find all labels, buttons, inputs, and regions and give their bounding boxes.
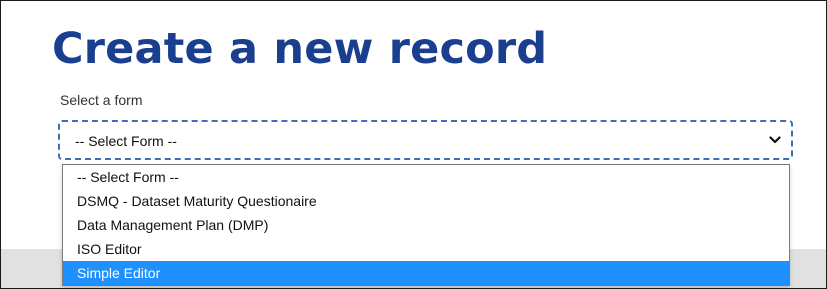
form-select[interactable]: -- Select Form -- — [58, 120, 793, 160]
dropdown-option-simple-editor[interactable]: Simple Editor — [63, 261, 789, 285]
dropdown-option-select-form[interactable]: -- Select Form -- — [63, 165, 789, 189]
form-select-dropdown: -- Select Form -- DSMQ - Dataset Maturit… — [62, 164, 790, 286]
chevron-down-icon — [769, 136, 781, 144]
select-form-label: Select a form — [60, 92, 143, 108]
screenshot-frame: Create a new record Select a form -- Sel… — [0, 0, 827, 289]
form-select-value: -- Select Form -- — [75, 133, 177, 149]
dropdown-option-dsmq[interactable]: DSMQ - Dataset Maturity Questionaire — [63, 189, 789, 213]
dropdown-option-iso-editor[interactable]: ISO Editor — [63, 237, 789, 261]
dropdown-option-dmp[interactable]: Data Management Plan (DMP) — [63, 213, 789, 237]
page-title: Create a new record — [52, 24, 548, 74]
